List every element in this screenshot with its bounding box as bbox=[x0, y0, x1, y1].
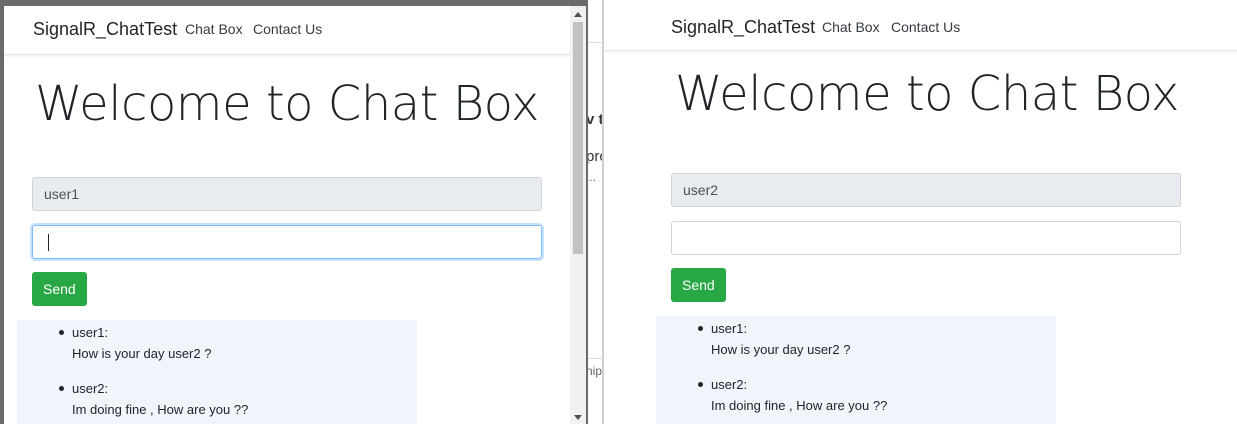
background-text: v t bbox=[588, 111, 603, 128]
message-text: Im doing fine , How are you ?? bbox=[711, 398, 888, 413]
scrollbar-thumb[interactable] bbox=[573, 22, 583, 254]
list-item: user1: How is your day user2 ? bbox=[17, 322, 417, 364]
scroll-down-arrow-icon[interactable] bbox=[574, 415, 582, 420]
message-user: user2: bbox=[711, 377, 748, 392]
send-button[interactable]: Send bbox=[671, 268, 726, 302]
nav-contact-us[interactable]: Contact Us bbox=[891, 19, 960, 35]
navbar: SignalR_ChatTest Chat Box Contact Us bbox=[4, 6, 570, 55]
message-user: user1: bbox=[711, 321, 748, 336]
page-title: Welcome to Chat Box bbox=[675, 66, 1179, 122]
nav-chat-box[interactable]: Chat Box bbox=[185, 21, 243, 37]
username-field[interactable]: user1 bbox=[32, 177, 542, 211]
message-text: Im doing fine , How are you ?? bbox=[72, 402, 249, 417]
nav-contact-us[interactable]: Contact Us bbox=[253, 21, 322, 37]
message-user: user1: bbox=[72, 325, 109, 340]
list-item: user2: Im doing fine , How are you ?? bbox=[17, 378, 417, 420]
scroll-up-arrow-icon[interactable] bbox=[574, 12, 582, 17]
background-text: pro bbox=[588, 148, 603, 165]
background-window-sliver: v t pro ... nip bbox=[588, 0, 603, 424]
message-input[interactable] bbox=[32, 225, 542, 259]
brand-link[interactable]: SignalR_ChatTest bbox=[671, 17, 815, 38]
message-text: How is your day user2 ? bbox=[711, 342, 851, 357]
messages-list: user1: How is your day user2 ? user2: Im… bbox=[17, 320, 417, 424]
nav-chat-box[interactable]: Chat Box bbox=[822, 19, 880, 35]
page-title: Welcome to Chat Box bbox=[35, 76, 539, 132]
list-item: user1: How is your day user2 ? bbox=[656, 318, 1056, 360]
background-text: nip bbox=[588, 364, 603, 378]
message-text: How is your day user2 ? bbox=[72, 346, 212, 361]
messages-list: user1: How is your day user2 ? user2: Im… bbox=[656, 316, 1056, 424]
message-input[interactable] bbox=[671, 221, 1181, 255]
username-field[interactable]: user2 bbox=[671, 173, 1181, 207]
divider bbox=[588, 42, 603, 43]
divider bbox=[588, 358, 603, 359]
background-text: ... bbox=[588, 170, 597, 184]
brand-link[interactable]: SignalR_ChatTest bbox=[33, 19, 177, 40]
navbar: SignalR_ChatTest Chat Box Contact Us bbox=[604, 0, 1237, 51]
list-item: user2: Im doing fine , How are you ?? bbox=[656, 374, 1056, 416]
left-page-viewport: SignalR_ChatTest Chat Box Contact Us Wel… bbox=[4, 6, 570, 424]
text-caret bbox=[48, 234, 49, 251]
send-button[interactable]: Send bbox=[32, 272, 87, 306]
message-user: user2: bbox=[72, 381, 109, 396]
vertical-scrollbar[interactable] bbox=[570, 6, 586, 424]
right-browser-window: SignalR_ChatTest Chat Box Contact Us Wel… bbox=[604, 0, 1237, 424]
left-browser-window: SignalR_ChatTest Chat Box Contact Us Wel… bbox=[0, 0, 588, 424]
